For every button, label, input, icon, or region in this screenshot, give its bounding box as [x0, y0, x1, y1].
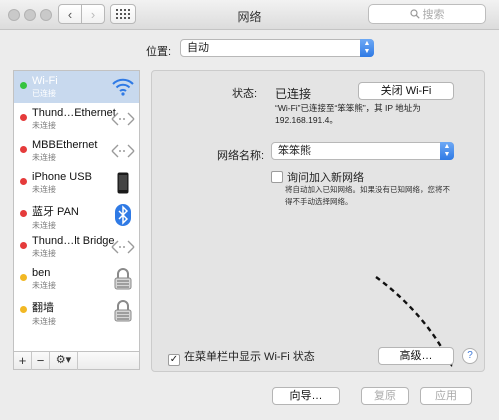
service-item[interactable]: 蓝牙 PAN 未连接	[14, 199, 139, 231]
status-description-line: “Wi-Fi”已连接至“笨笨熊”，其 IP 地址为	[275, 103, 421, 113]
title-bar: ‹ › 网络 搜索	[0, 0, 499, 30]
service-item[interactable]: Wi-Fi 已连接	[14, 71, 139, 103]
network-name-select[interactable]: 笨笨熊 ▲ ▼	[271, 142, 454, 160]
location-label: 位置:	[146, 46, 172, 58]
lock-icon	[111, 267, 135, 291]
status-dot	[20, 306, 27, 313]
service-item[interactable]: Thund…lt Bridge 未连接	[14, 231, 139, 263]
status-dot	[20, 114, 27, 121]
location-select[interactable]: 自动 ▲ ▼	[180, 39, 374, 57]
turn-off-wifi-button[interactable]: 关闭 Wi-Fi	[358, 82, 454, 100]
search-input[interactable]: 搜索	[368, 4, 486, 24]
service-item[interactable]: Thund…Ethernet 未连接	[14, 103, 139, 135]
advanced-button[interactable]: 高级…	[378, 347, 454, 365]
service-item[interactable]: MBBEthernet 未连接	[14, 135, 139, 167]
revert-button[interactable]: 复原	[361, 387, 409, 405]
ask-join-label: 询问加入新网络	[287, 172, 364, 184]
iphone-icon	[111, 171, 135, 195]
status-dot	[20, 178, 27, 185]
ask-join-description-line: 得不手动选择网络。	[285, 197, 353, 206]
status-label: 状态:	[232, 88, 258, 100]
location-value: 自动	[187, 42, 209, 54]
status-dot	[20, 242, 27, 249]
add-service-button[interactable]: +	[14, 351, 32, 370]
status-description-line: 192.168.191.4。	[275, 115, 338, 125]
stepper-icon: ▲ ▼	[360, 39, 374, 57]
ask-join-checkbox[interactable]	[271, 171, 283, 183]
remove-service-button[interactable]: −	[32, 351, 50, 370]
search-icon	[409, 9, 420, 19]
show-menu-option[interactable]: ✓ 在菜单栏中显示 Wi-Fi 状态	[168, 348, 315, 366]
show-menu-label: 在菜单栏中显示 Wi-Fi 状态	[184, 351, 315, 363]
ethernet-arrows-icon	[111, 235, 135, 259]
sidebar-toolbar: + − ⚙▾	[13, 351, 140, 370]
ask-join-description: 将自动加入已知网络。如果没有已知网络，您将不 得不手动选择网络。	[285, 184, 450, 208]
wifi-settings-panel: 状态: 已连接 关闭 Wi-Fi “Wi-Fi”已连接至“笨笨熊”，其 IP 地…	[151, 70, 485, 372]
lock-icon	[111, 299, 135, 323]
status-dot	[20, 82, 27, 89]
ethernet-arrows-icon	[111, 139, 135, 163]
ask-join-description-line: 将自动加入已知网络。如果没有已知网络，您将不	[285, 185, 450, 194]
wifi-icon	[111, 75, 135, 99]
status-dot	[20, 146, 27, 153]
ethernet-arrows-icon	[111, 107, 135, 131]
status-value: 已连接	[275, 87, 312, 101]
service-list: Wi-Fi 已连接 Thund…Ethernet 未连接 MBBEthernet 未连接 i…	[13, 70, 140, 352]
status-description: “Wi-Fi”已连接至“笨笨熊”，其 IP 地址为 192.168.191.4。	[275, 102, 421, 126]
search-placeholder: 搜索	[422, 9, 445, 21]
service-item[interactable]: ben 未连接	[14, 263, 139, 295]
apply-button[interactable]: 应用	[420, 387, 472, 405]
service-item[interactable]: 翻墙 未连接	[14, 295, 139, 327]
network-name-label: 网络名称:	[217, 150, 265, 162]
service-item[interactable]: iPhone USB 未连接	[14, 167, 139, 199]
status-dot	[20, 274, 27, 281]
stepper-icon: ▲ ▼	[440, 142, 454, 160]
network-name-value: 笨笨熊	[278, 145, 311, 157]
help-button[interactable]: ?	[462, 348, 478, 364]
assist-me-button[interactable]: 向导…	[272, 387, 340, 405]
status-dot	[20, 210, 27, 217]
gear-menu-button[interactable]: ⚙▾	[50, 351, 78, 370]
show-menu-checkbox[interactable]: ✓	[168, 354, 180, 366]
bluetooth-icon	[111, 203, 135, 227]
ask-join-option[interactable]: 询问加入新网络	[271, 169, 364, 185]
